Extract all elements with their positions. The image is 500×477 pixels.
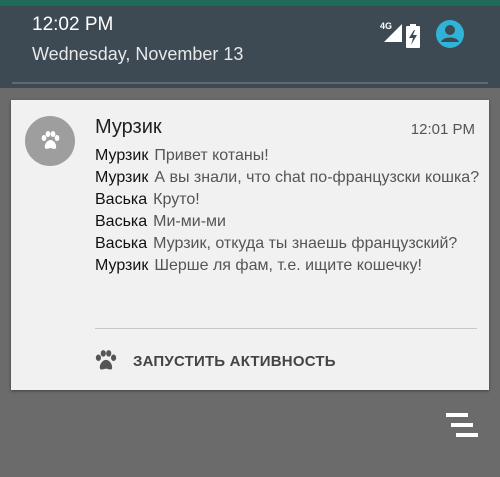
message-text: Ми-ми-ми [153,213,226,230]
network-type-label: 4G [380,21,392,31]
message-sender: Васька [95,213,148,230]
message-sender: Васька [95,191,148,208]
message-item: Мурзик Шерше ля фам, т.е. ищите кошечку! [95,255,481,277]
message-item: Мурзик Привет котаны! [95,145,481,167]
message-sender: Васька [95,235,148,252]
message-item: Васька Мурзик, откуда ты знаешь французск… [95,233,481,255]
shade-divider [12,82,488,84]
message-text: Привет котаны! [154,147,269,164]
message-item: Васька Ми-ми-ми [95,211,481,233]
launch-activity-button[interactable]: ЗАПУСТИТЬ АКТИВНОСТЬ [93,348,336,374]
date[interactable]: Wednesday, November 13 [32,44,243,65]
card-divider [95,328,477,329]
account-avatar-icon[interactable] [436,20,464,53]
paw-icon [95,350,117,370]
shade-accent-strip [0,0,500,6]
app-icon-badge [25,116,75,166]
message-text: А вы знали, что chat по-французски кошка… [154,169,480,186]
message-sender: Мурзик [95,257,149,274]
message-list: Мурзик Привет котаны! Мурзик А вы знали, ч… [95,145,481,277]
notification-title: Мурзик [95,116,162,138]
notification-shade-header: 12:02 PM Wednesday, November 13 4G [0,0,500,88]
signal-icon: 4G [380,20,404,49]
clock: 12:02 PM [32,14,114,35]
message-sender: Мурзик [95,169,149,186]
message-text: Мурзик, откуда ты знаешь французский? [153,235,458,252]
message-text: Шерше ля фам, т.е. ищите кошечку! [154,257,422,274]
notification-time: 12:01 PM [410,121,475,138]
message-text: Круто! [153,191,200,208]
paw-icon [41,131,60,149]
message-item: Мурзик А вы знали, что chat по-французски… [95,167,481,189]
message-sender: Мурзик [95,147,149,164]
message-item: Васька Круто! [95,189,481,211]
clear-all-icon[interactable] [446,413,478,444]
notification-card[interactable]: Мурзик 12:01 PM Мурзик Привет котаны! Мур… [11,100,489,390]
battery-charging-icon [406,24,420,53]
launch-activity-label: ЗАПУСТИТЬ АКТИВНОСТЬ [133,352,336,370]
